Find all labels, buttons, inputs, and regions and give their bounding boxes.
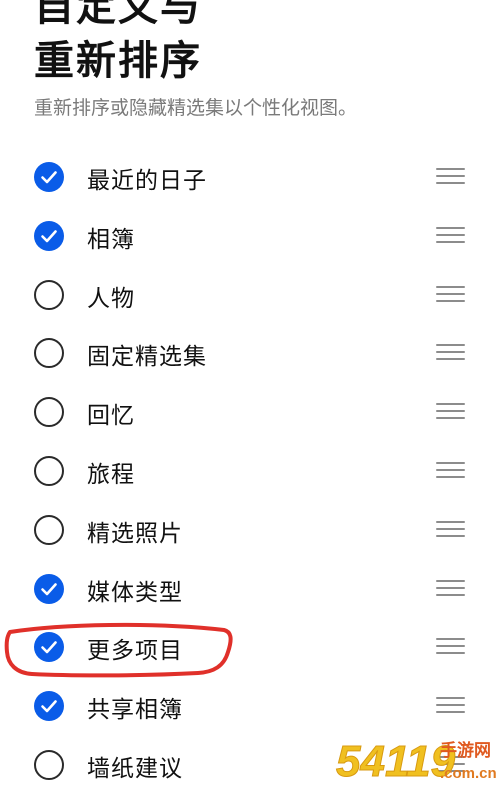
watermark-number: 54119 (336, 737, 456, 786)
checkmark-circle-icon[interactable] (34, 220, 64, 251)
empty-circle-icon[interactable] (34, 749, 64, 780)
drag-handle-icon[interactable] (436, 344, 465, 362)
list-item-label: 精选照片 (87, 520, 183, 547)
list-item-label: 回忆 (87, 403, 135, 430)
red-annotation-outline (4, 622, 233, 678)
list-item-pinned-collections[interactable]: 固定精选集 (0, 324, 500, 383)
list-item-label: 媒体类型 (87, 579, 183, 606)
list-item-featured-photos[interactable]: 精选照片 (0, 501, 500, 560)
empty-circle-icon[interactable] (34, 279, 64, 310)
drag-handle-icon[interactable] (436, 403, 465, 421)
drag-handle-icon[interactable] (436, 520, 465, 539)
drag-handle-icon[interactable] (436, 579, 465, 598)
checkmark-circle-icon[interactable] (34, 162, 64, 192)
empty-circle-icon[interactable] (34, 338, 64, 369)
page-subtitle: 重新排序或隐藏精选集以个性化视图。 (34, 97, 358, 119)
list-item-label: 固定精选集 (87, 344, 207, 371)
list-item-recent-days[interactable]: 最近的日子 (0, 148, 500, 207)
watermark-domain: .com.cn (440, 765, 497, 782)
list-item-label: 最近的日子 (87, 168, 207, 194)
empty-circle-icon[interactable] (34, 397, 64, 428)
list-item-label: 旅程 (87, 461, 135, 488)
drag-handle-icon[interactable] (436, 461, 465, 480)
drag-handle-icon[interactable] (436, 697, 465, 715)
list-item-label: 墙纸建议 (87, 755, 183, 782)
empty-circle-icon[interactable] (34, 514, 64, 545)
drag-handle-icon[interactable] (436, 285, 465, 304)
list-item-label: 相簿 (87, 226, 135, 253)
list-item-shared-albums[interactable]: 共享相簿 (0, 677, 500, 736)
page-title: 重新排序 (34, 38, 202, 84)
list-item-people[interactable]: 人物 (0, 266, 500, 325)
drag-handle-icon[interactable] (436, 168, 465, 186)
list-item-memories[interactable]: 回忆 (0, 383, 500, 442)
list-item-label: 共享相簿 (87, 697, 183, 724)
drag-handle-icon[interactable] (436, 226, 465, 245)
drag-handle-icon[interactable] (436, 638, 465, 656)
checkmark-circle-icon[interactable] (34, 573, 64, 604)
site-watermark-logo: 54119 手游网 .com.cn (336, 737, 497, 787)
watermark-site-name: 手游网 (440, 740, 491, 761)
list-item-trips[interactable]: 旅程 (0, 442, 500, 501)
collections-list: 最近的日子 相簿 人物 固定精选集 回忆 旅程 精选照片 媒体类型 更多项目 共… (0, 148, 500, 795)
checkmark-circle-icon[interactable] (34, 691, 64, 722)
list-item-albums[interactable]: 相簿 (0, 207, 500, 266)
list-item-media-types[interactable]: 媒体类型 (0, 560, 500, 619)
list-item-label: 人物 (87, 285, 135, 312)
empty-circle-icon[interactable] (34, 455, 64, 486)
